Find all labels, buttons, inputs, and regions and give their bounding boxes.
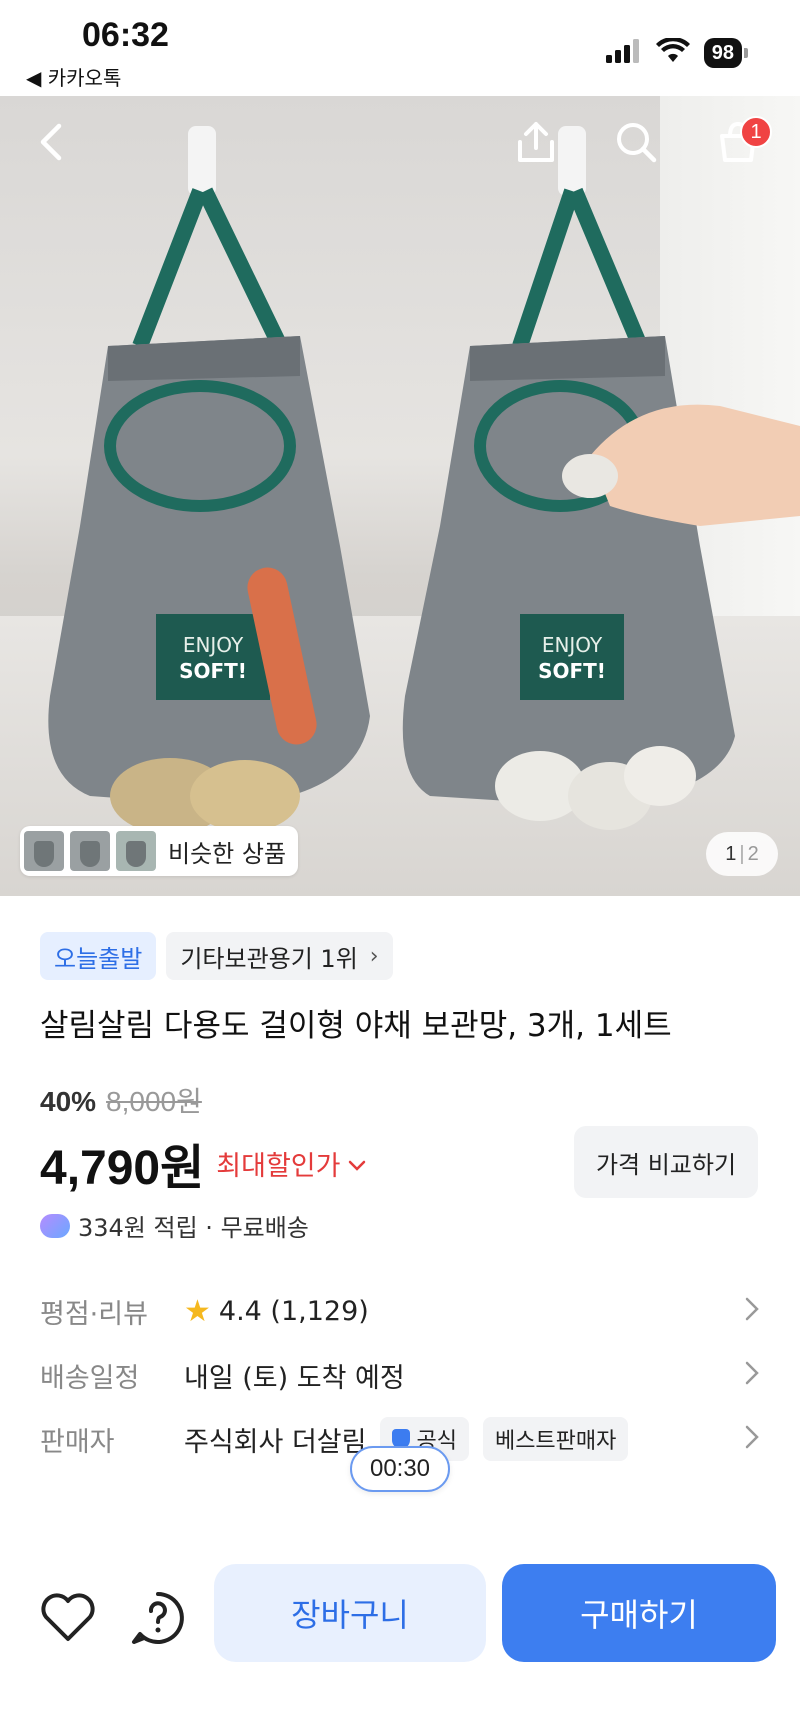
product-title: 살림살림 다용도 걸이형 야채 보관망, 3개, 1세트: [40, 1008, 672, 1044]
page-total: 2: [747, 842, 759, 865]
sale-price: 4,790원: [40, 1142, 205, 1195]
cart-button[interactable]: 1: [702, 112, 774, 176]
points-row: 334원 적립 · 무료배송: [40, 1208, 309, 1243]
chevron-right-icon: ›: [369, 943, 379, 969]
inquiry-button[interactable]: [126, 1588, 190, 1652]
svg-text:ENJOY: ENJOY: [183, 633, 244, 657]
star-icon: ★: [184, 1293, 211, 1329]
hero-nav-bar: 1: [0, 96, 800, 192]
back-button[interactable]: [20, 112, 84, 176]
timer-pill: 00:30: [350, 1446, 450, 1492]
price-compare-button[interactable]: 가격 비교하기: [574, 1126, 758, 1198]
search-button[interactable]: [604, 112, 668, 176]
bottom-action-bar: 장바구니 구매하기: [0, 1544, 800, 1731]
category-ranking-tag[interactable]: 기타보관용기 1위 ›: [166, 932, 393, 980]
question-bubble-icon: [130, 1590, 186, 1650]
similar-thumbnail: [70, 831, 110, 871]
original-price: 8,000원: [106, 1086, 202, 1117]
points-shipping-text: 334원 적립 · 무료배송: [78, 1214, 309, 1242]
shipping-label: 배송일정: [40, 1362, 140, 1394]
chevron-right-icon: [744, 1296, 760, 1329]
chevron-right-icon: [744, 1360, 760, 1393]
svg-text:ENJOY: ENJOY: [542, 633, 603, 657]
seller-name: 주식회사 더살림: [184, 1426, 367, 1458]
discount-percent: 40%: [40, 1086, 97, 1117]
share-button[interactable]: [504, 112, 568, 176]
discount-row: 40% 8,000원: [40, 1080, 202, 1120]
back-to-app-link[interactable]: ◀ 카카오톡: [26, 62, 121, 91]
status-time: 06:32: [82, 16, 169, 54]
heart-icon: [40, 1593, 96, 1647]
wishlist-button[interactable]: [36, 1588, 100, 1652]
svg-text:SOFT!: SOFT!: [179, 659, 247, 683]
signal-icon: [605, 39, 642, 67]
add-to-cart-button[interactable]: 장바구니: [214, 1564, 486, 1662]
best-seller-badge: 베스트판매자: [482, 1417, 629, 1461]
page-current: 1: [725, 842, 737, 865]
product-photo: ENJOY SOFT! ENJOY SOFT!: [48, 126, 800, 834]
seller-label: 판매자: [40, 1426, 115, 1458]
rating-value-group: ★ 4.4 (1,129): [184, 1294, 369, 1329]
back-arrow-icon: [35, 122, 69, 166]
product-image-carousel[interactable]: ENJOY SOFT! ENJOY SOFT! 1 비슷한 상품 1 | 2: [0, 96, 800, 896]
rating-value: 4.4 (1,129): [218, 1295, 369, 1327]
buy-now-button[interactable]: 구매하기: [502, 1564, 776, 1662]
points-gem-icon: [40, 1213, 70, 1238]
image-page-indicator: 1 | 2: [706, 832, 778, 876]
rating-review-row[interactable]: 평점·리뷰 ★ 4.4 (1,129): [40, 1286, 760, 1336]
max-discount-toggle[interactable]: 최대할인가: [216, 1144, 366, 1183]
similar-thumbnail: [24, 831, 64, 871]
price-row: 4,790원 최대할인가: [40, 1128, 366, 1198]
today-shipping-tag: 오늘출발: [40, 932, 157, 980]
rating-label: 평점·리뷰: [40, 1298, 148, 1330]
search-icon: [614, 120, 658, 168]
cart-count-badge: 1: [740, 116, 772, 148]
shipping-value: 내일 (토) 도착 예정: [184, 1362, 405, 1394]
similar-products-label: 비슷한 상품: [168, 839, 287, 868]
page-separator: |: [739, 842, 745, 865]
chevron-down-icon: [348, 1148, 366, 1179]
wifi-icon: [655, 36, 690, 68]
max-discount-label: 최대할인가: [216, 1150, 341, 1182]
battery-tip: [744, 48, 748, 58]
shipping-schedule-row[interactable]: 배송일정 내일 (토) 도착 예정: [40, 1350, 760, 1400]
battery-indicator: 98: [703, 38, 742, 68]
svg-text:SOFT!: SOFT!: [538, 659, 606, 683]
similar-products-button[interactable]: 비슷한 상품: [20, 826, 299, 876]
chevron-right-icon: [744, 1424, 760, 1457]
status-bar: 06:32 ◀ 카카오톡 98: [0, 0, 800, 96]
similar-thumbnail: [116, 831, 156, 871]
category-ranking-label: 기타보관용기 1위: [180, 944, 358, 973]
share-icon: [516, 120, 556, 168]
product-tags: 오늘출발 기타보관용기 1위 ›: [40, 932, 393, 980]
status-icons: 98: [605, 36, 748, 68]
